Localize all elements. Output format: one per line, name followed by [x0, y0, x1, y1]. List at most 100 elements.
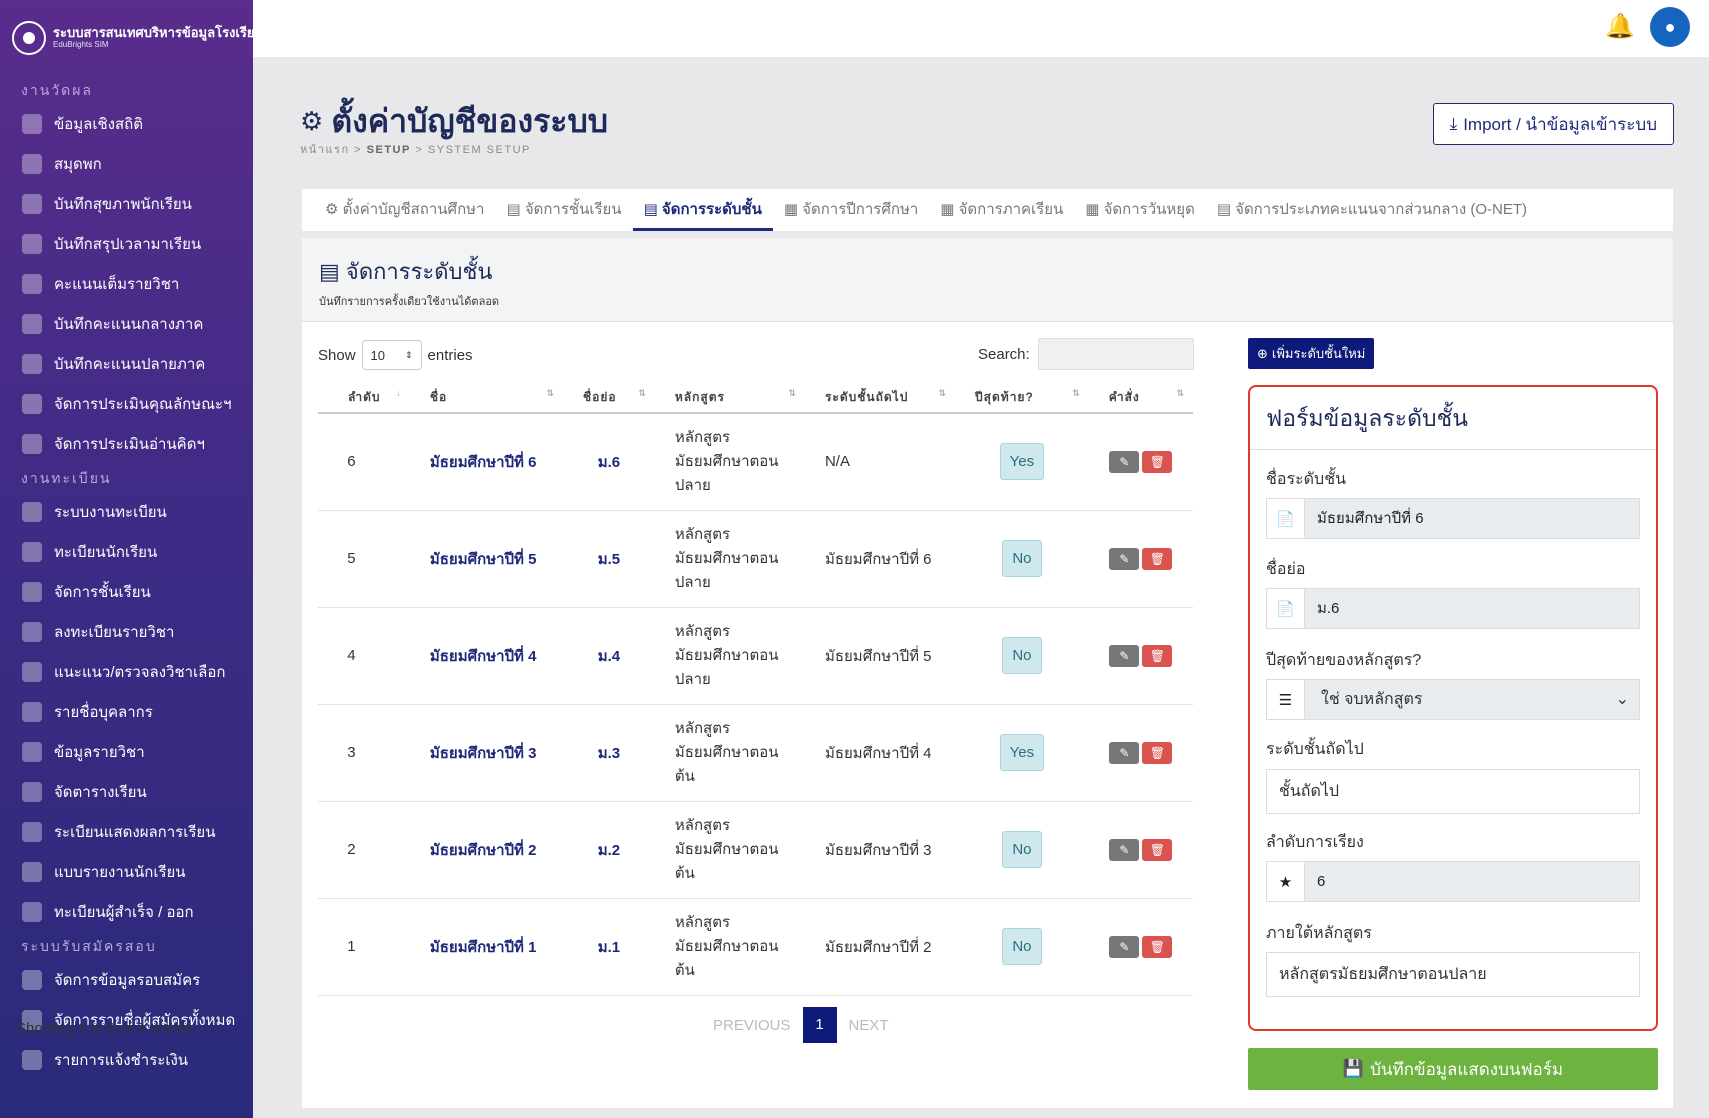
- delete-button[interactable]: 🗑: [1142, 450, 1173, 473]
- sidebar-item[interactable]: บันทึกสุขภาพนักเรียน: [0, 184, 253, 224]
- tab[interactable]: ▤ จัดการประเภทคะแนนจากส่วนกลาง (O-NET): [1206, 189, 1538, 231]
- bell-icon[interactable]: 🔔: [1605, 12, 1635, 42]
- sidebar-item[interactable]: แนะแนว/ตรวจลงวิชาเลือก: [0, 652, 253, 692]
- col-last[interactable]: ปีสุดท้าย? ⇅: [955, 383, 1089, 414]
- cell-name[interactable]: มัธยมศึกษาปีที่ 4: [409, 607, 564, 705]
- edit-button[interactable]: ✎: [1109, 741, 1140, 764]
- sidebar-item[interactable]: บันทึกคะแนนกลางภาค: [0, 304, 253, 344]
- sidebar-item[interactable]: จัดตารางเรียน: [0, 772, 253, 812]
- sidebar-item[interactable]: จัดการประเมินคุณลักษณะฯ: [0, 384, 253, 424]
- sidebar-item[interactable]: ระบบงานทะเบียน: [0, 492, 253, 532]
- sidebar-item[interactable]: จัดการประเมินอ่านคิดฯ: [0, 424, 253, 464]
- sidebar-item-label: บันทึกคะแนนปลายภาค: [54, 356, 206, 373]
- sidebar-item[interactable]: ข้อมูลรายวิชา: [0, 732, 253, 772]
- plus-circle-icon: ⊕: [1257, 345, 1268, 361]
- cell-name[interactable]: มัธยมศึกษาปีที่ 2: [409, 801, 564, 899]
- sidebar-item[interactable]: แบบรายงานนักเรียน: [0, 852, 253, 892]
- tab[interactable]: ⚙ ตั้งค่าบัญชีสถานศึกษา: [314, 189, 495, 231]
- tab[interactable]: ▦ จัดการภาคเรียน: [929, 189, 1074, 231]
- add-level-button[interactable]: ⊕ เพิ่มระดับชั้นใหม่: [1248, 338, 1375, 369]
- sidebar-item[interactable]: จัดการชั้นเรียน: [0, 572, 253, 612]
- edit-button[interactable]: ✎: [1109, 935, 1140, 958]
- cell-course: หลักสูตร มัธยมศึกษาตอน ต้น: [654, 898, 805, 996]
- import-button[interactable]: ⤓ Import / นำข้อมูลเข้าระบบ: [1432, 103, 1674, 145]
- short-input[interactable]: ม.6: [1305, 589, 1639, 628]
- short-field[interactable]: 📄 ม.6: [1266, 588, 1640, 629]
- col-short[interactable]: ชื่อย่อ ⇅: [563, 383, 655, 414]
- search-input[interactable]: [1037, 338, 1194, 370]
- sidebar-item[interactable]: บันทึกคะแนนปลายภาค: [0, 344, 253, 384]
- sidebar-item[interactable]: ทะเบียนนักเรียน: [0, 532, 253, 572]
- tab[interactable]: ▦ จัดการวันหยุด: [1074, 189, 1206, 231]
- save-button[interactable]: 💾 บันทึกข้อมูลแสดงบนฟอร์ม: [1248, 1048, 1658, 1090]
- sidebar-item-label: รายการแจ้งชำระเงิน: [54, 1052, 189, 1069]
- name-label: ชื่อระดับชั้น: [1266, 471, 1346, 488]
- calendar-icon: ▦: [940, 201, 959, 218]
- col-next[interactable]: ระดับชั้นถัดไป ⇅: [804, 383, 956, 414]
- last-year-field[interactable]: ☰ ใช่ จบหลักสูตร ⌄: [1266, 679, 1640, 720]
- sidebar-item[interactable]: จัดการข้อมูลรอบสมัคร: [0, 960, 253, 1000]
- col-name[interactable]: ชื่อ ⇅: [409, 383, 564, 414]
- sidebar-item[interactable]: รายการแจ้งชำระเงิน: [0, 1040, 253, 1080]
- edit-button[interactable]: ✎: [1109, 450, 1140, 473]
- breadcrumb-setup[interactable]: SETUP: [367, 144, 411, 156]
- tab[interactable]: ▦ จัดการปีการศึกษา: [773, 189, 929, 231]
- download-icon: ⤓: [1449, 114, 1458, 133]
- sidebar-item[interactable]: สมุดพก: [0, 144, 253, 184]
- delete-button[interactable]: 🗑: [1142, 644, 1173, 667]
- entries-length-select[interactable]: 10 ⇕: [361, 340, 422, 370]
- list-icon: ▤: [506, 201, 525, 218]
- cell-course: หลักสูตร มัธยมศึกษาตอน ปลาย: [654, 607, 805, 705]
- sidebar-item[interactable]: ลงทะเบียนรายวิชา: [0, 612, 253, 652]
- logo-icon: [12, 21, 46, 55]
- tab[interactable]: ▤ จัดการชั้นเรียน: [495, 189, 632, 231]
- brand[interactable]: ระบบสารสนเทศบริหารข้อมูลโรงเรียน EduBrig…: [0, 0, 253, 76]
- name-input[interactable]: มัธยมศึกษาปีที่ 6: [1305, 499, 1639, 538]
- delete-button[interactable]: 🗑: [1142, 935, 1173, 958]
- sidebar-item[interactable]: บันทึกสรุปเวลามาเรียน: [0, 224, 253, 264]
- card-icon: [22, 1050, 42, 1070]
- cell-name[interactable]: มัธยมศึกษาปีที่ 5: [409, 510, 564, 608]
- status-badge: No: [1002, 928, 1042, 965]
- status-badge: No: [1002, 540, 1042, 577]
- sidebar-item[interactable]: ระเบียนแสดงผลการเรียน: [0, 812, 253, 852]
- course-input[interactable]: หลักสูตรมัธยมศึกษาตอนปลาย: [1266, 952, 1640, 997]
- sidebar-item[interactable]: คะแนนเต็มรายวิชา: [0, 264, 253, 304]
- cell-name[interactable]: มัธยมศึกษาปีที่ 6: [409, 413, 564, 511]
- edit-button[interactable]: ✎: [1109, 547, 1140, 570]
- avatar[interactable]: ●: [1650, 7, 1690, 47]
- page-1-button[interactable]: 1: [802, 1007, 837, 1043]
- last-year-select[interactable]: ใช่ จบหลักสูตร ⌄: [1305, 680, 1639, 719]
- sidebar-item-label: สมุดพก: [54, 156, 102, 173]
- col-course[interactable]: หลักสูตร ⇅: [654, 383, 805, 414]
- book-icon: [22, 314, 42, 334]
- briefcase-icon: [22, 702, 42, 722]
- order-field[interactable]: ★ 6: [1266, 861, 1640, 902]
- breadcrumb-current: SYSTEM SETUP: [427, 144, 531, 156]
- sidebar-item-label: ข้อมูลรายวิชา: [54, 744, 145, 761]
- cell-short: ม.4: [563, 607, 655, 705]
- card-subtitle: บันทึกรายการครั้งเดียวใช้งานได้ตลอด: [319, 296, 500, 308]
- edit-button[interactable]: ✎: [1109, 644, 1140, 667]
- next-button[interactable]: NEXT: [849, 1017, 889, 1034]
- edit-button[interactable]: ✎: [1109, 838, 1140, 861]
- cell-name[interactable]: มัธยมศึกษาปีที่ 1: [409, 898, 564, 996]
- sidebar-item[interactable]: รายชื่อบุคลากร: [0, 692, 253, 732]
- delete-button[interactable]: 🗑: [1142, 838, 1173, 861]
- tab[interactable]: ▤ จัดการระดับชั้น: [632, 189, 773, 231]
- cell-name[interactable]: มัธยมศึกษาปีที่ 3: [409, 704, 564, 802]
- sidebar-item[interactable]: ข้อมูลเชิงสถิติ: [0, 104, 253, 144]
- col-order[interactable]: ลำดับ ↓: [318, 383, 410, 414]
- next-level-input[interactable]: ชั้นถัดไป: [1266, 769, 1640, 814]
- name-field[interactable]: 📄 มัธยมศึกษาปีที่ 6: [1266, 498, 1640, 539]
- delete-button[interactable]: 🗑: [1142, 547, 1173, 570]
- cell-course: หลักสูตร มัธยมศึกษาตอน ต้น: [654, 801, 805, 899]
- prev-button[interactable]: PREVIOUS: [713, 1017, 791, 1034]
- status-badge: No: [1002, 637, 1042, 674]
- cell-last: No: [955, 607, 1089, 705]
- order-input[interactable]: 6: [1305, 862, 1639, 901]
- sidebar-item[interactable]: ทะเบียนผู้สำเร็จ / ออก: [0, 892, 253, 932]
- breadcrumb-home[interactable]: หน้าแรก: [300, 144, 350, 156]
- col-actions[interactable]: คำสั่ง ⇅: [1088, 383, 1193, 414]
- delete-button[interactable]: 🗑: [1142, 741, 1173, 764]
